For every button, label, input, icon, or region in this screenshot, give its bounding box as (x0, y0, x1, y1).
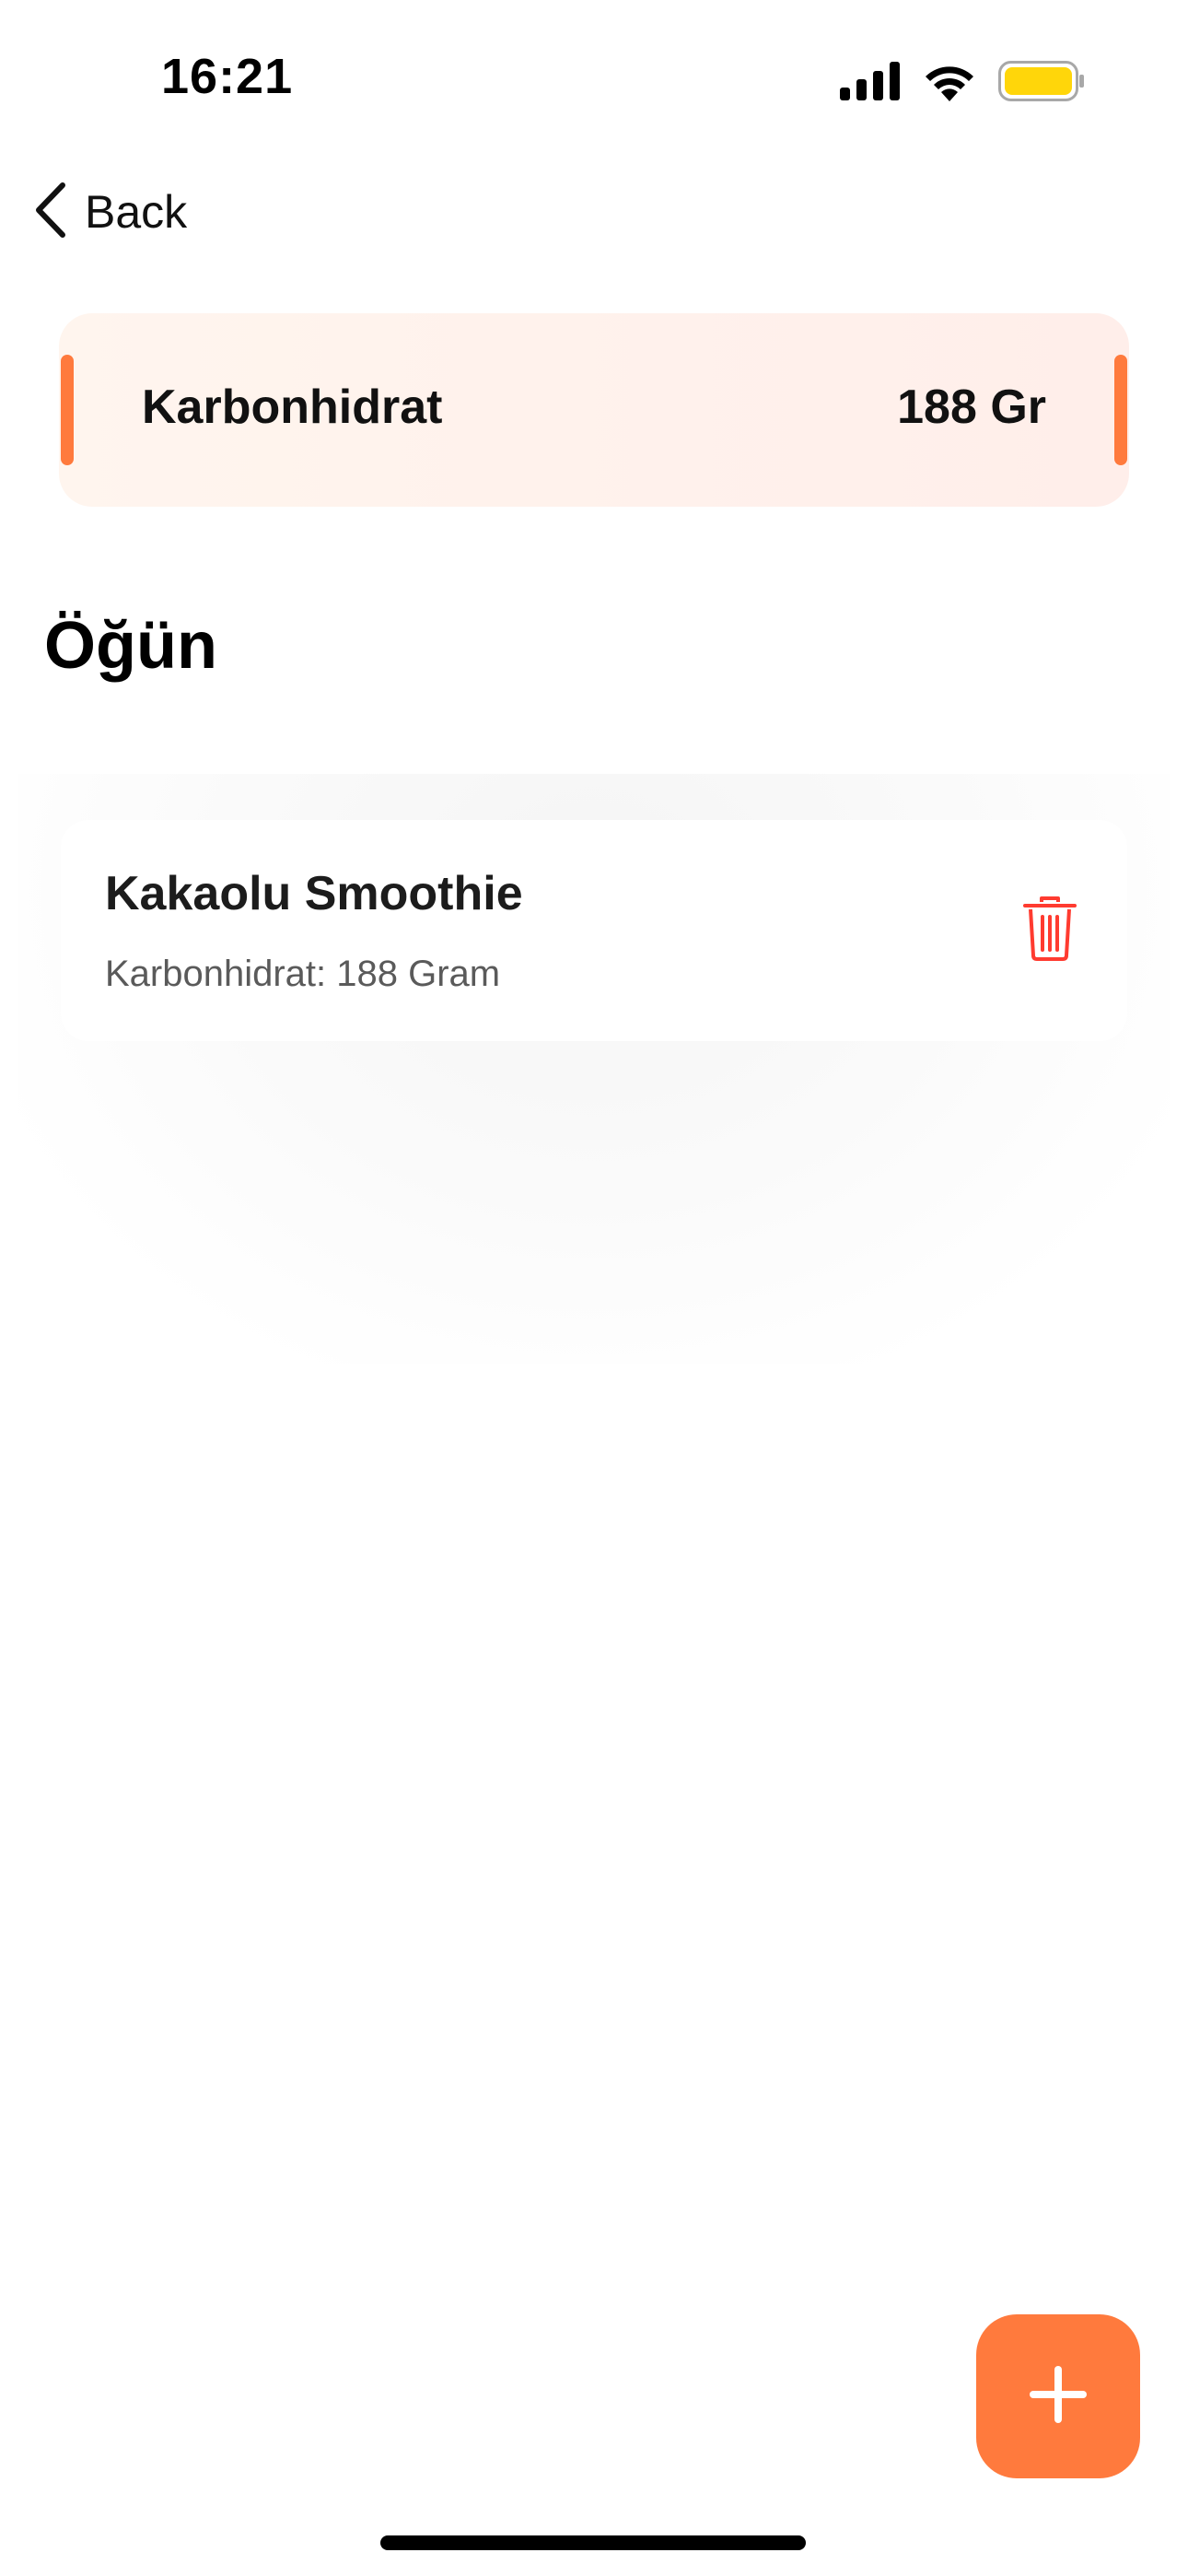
home-indicator (380, 2535, 806, 2550)
meal-detail: Karbonhidrat: 188 Gram (105, 954, 501, 994)
summary-value: 188 Gr (897, 381, 1046, 434)
chevron-left-icon (31, 181, 68, 243)
section-title: Öğün (44, 609, 217, 683)
delete-meal-button[interactable] (1013, 894, 1087, 967)
meal-card[interactable]: Kakaolu Smoothie Karbonhidrat: 188 Gram (61, 820, 1127, 1041)
status-icons (840, 57, 1085, 105)
summary-accent-right (1114, 355, 1127, 465)
add-meal-button[interactable] (976, 2314, 1140, 2478)
cellular-signal-icon (840, 62, 901, 100)
battery-icon (998, 61, 1085, 101)
back-button[interactable]: Back (31, 175, 187, 249)
plus-icon (1030, 2365, 1087, 2428)
back-label: Back (85, 186, 188, 238)
trash-icon (1022, 896, 1077, 966)
summary-label: Karbonhidrat (142, 381, 443, 434)
status-time: 16:21 (161, 49, 294, 104)
wifi-icon (923, 61, 976, 101)
status-bar: 16:21 (0, 0, 1188, 157)
summary-accent-left (61, 355, 74, 465)
meal-name: Kakaolu Smoothie (105, 867, 523, 920)
meal-list: Kakaolu Smoothie Karbonhidrat: 188 Gram (18, 774, 1170, 1364)
screen: 16:21 Back Karbonhidrat 188 Gr Öğün Kaka… (0, 0, 1188, 2576)
summary-card: Karbonhidrat 188 Gr (59, 313, 1129, 507)
